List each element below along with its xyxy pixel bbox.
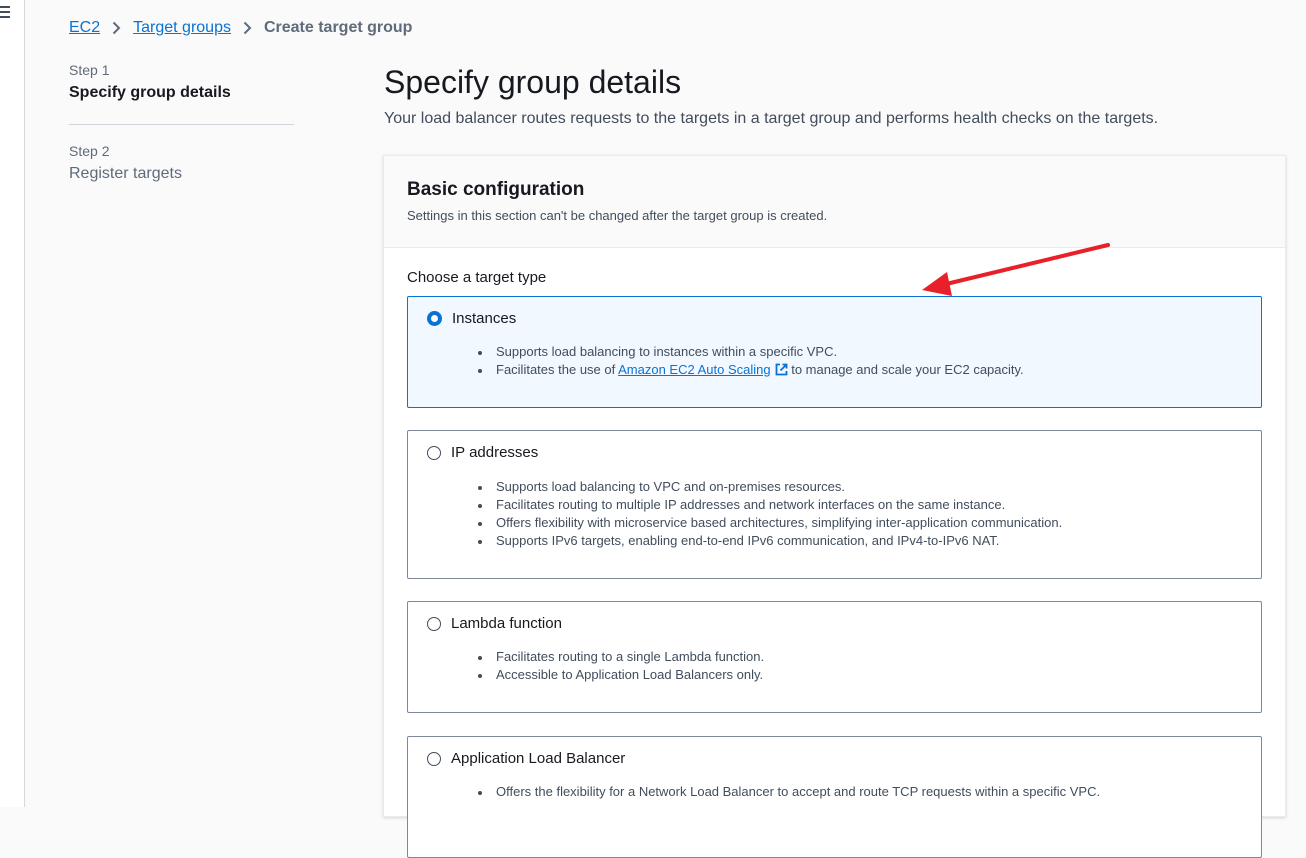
application-load-balancer-bullets: Offers the flexibility for a Network Loa…: [476, 783, 1100, 801]
breadcrumb-ec2[interactable]: EC2: [69, 19, 100, 37]
step-2-label: Step 2: [69, 143, 110, 159]
target-type-instances-label: Instances: [452, 310, 517, 327]
breadcrumb: EC2 Target groups Create target group: [69, 18, 412, 38]
target-type-lambda-function-tile[interactable]: Lambda function Facilitates routing to a…: [407, 601, 1262, 713]
list-item: Offers the flexibility for a Network Loa…: [476, 783, 1100, 801]
radio-lambda-function[interactable]: [427, 616, 441, 631]
list-item: Facilitates routing to multiple IP addre…: [476, 496, 1062, 514]
page-description: Your load balancer routes requests to th…: [384, 110, 1159, 127]
panel-title: Basic configuration: [407, 179, 585, 200]
panel-description: Settings in this section can't be change…: [407, 208, 828, 223]
lambda-function-bullets: Facilitates routing to a single Lambda f…: [476, 648, 764, 684]
breadcrumb-current: Create target group: [263, 19, 413, 36]
step-2-title: Register targets: [69, 165, 182, 182]
radio-instances[interactable]: [427, 311, 442, 326]
menu-icon[interactable]: [0, 6, 10, 20]
wizard-steps: Step 1 Specify group details Step 2 Regi…: [69, 62, 294, 183]
radio-ip-addresses[interactable]: [427, 445, 441, 460]
list-item: Offers flexibility with microservice bas…: [476, 514, 1062, 532]
target-type-ip-addresses-label: IP addresses: [451, 444, 539, 461]
list-item: Supports load balancing to VPC and on-pr…: [476, 478, 1062, 496]
target-type-instances-tile[interactable]: Instances Supports load balancing to ins…: [407, 296, 1262, 408]
list-item: Supports load balancing to instances wit…: [476, 343, 1024, 361]
side-nav-rail: [0, 0, 25, 807]
amazon-ec2-auto-scaling-link[interactable]: Amazon EC2 Auto Scaling: [618, 362, 788, 377]
bullet-prefix: Facilitates the use of: [496, 362, 619, 377]
breadcrumb-target-groups[interactable]: Target groups: [133, 19, 231, 37]
target-type-application-load-balancer-tile[interactable]: Application Load Balancer Offers the fle…: [407, 736, 1262, 858]
list-item: Supports IPv6 targets, enabling end-to-e…: [476, 532, 1062, 550]
list-item: Accessible to Application Load Balancers…: [476, 666, 764, 684]
target-type-application-load-balancer-label: Application Load Balancer: [451, 750, 626, 767]
chevron-right-icon: [243, 21, 252, 35]
target-type-ip-addresses-tile[interactable]: IP addresses Supports load balancing to …: [407, 430, 1262, 579]
chevron-right-icon: [112, 21, 121, 35]
step-1-label: Step 1: [69, 62, 110, 78]
basic-configuration-panel: Basic configuration Settings in this sec…: [383, 155, 1286, 858]
list-item: Facilitates the use of Amazon EC2 Auto S…: [476, 361, 1024, 379]
step-1-title: Specify group details: [69, 84, 231, 101]
bullet-suffix: to manage and scale your EC2 capacity.: [787, 362, 1024, 377]
ip-addresses-bullets: Supports load balancing to VPC and on-pr…: [476, 478, 1062, 550]
list-item: Facilitates routing to a single Lambda f…: [476, 648, 764, 666]
instances-bullets: Supports load balancing to instances wit…: [476, 343, 1024, 379]
panel-header: Basic configuration Settings in this sec…: [384, 156, 1285, 248]
page-title: Specify group details: [384, 64, 682, 100]
link-text: Amazon EC2 Auto Scaling: [618, 362, 771, 377]
target-type-lambda-function-label: Lambda function: [451, 615, 562, 632]
target-type-label: Choose a target type: [407, 269, 547, 286]
step-divider: [69, 124, 294, 125]
radio-application-load-balancer[interactable]: [427, 751, 441, 766]
external-link-icon: [775, 363, 788, 376]
